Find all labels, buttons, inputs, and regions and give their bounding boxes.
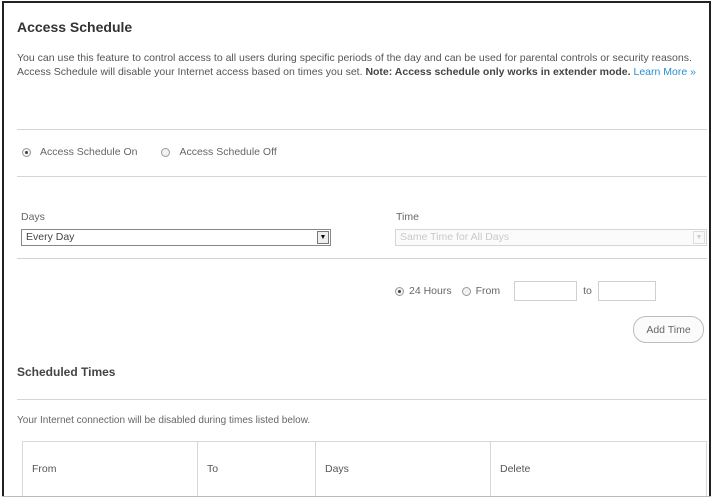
- schedule-mode-group: Access Schedule On Access Schedule Off: [22, 146, 301, 158]
- column-header-to: To: [198, 442, 316, 496]
- time-24h-radio[interactable]: [395, 286, 404, 296]
- time-select-value: Same Time for All Days: [400, 231, 510, 243]
- column-header-days: Days: [316, 442, 491, 496]
- intro-note: Note: Access schedule only works in exte…: [365, 66, 631, 78]
- time-from-radio[interactable]: [461, 286, 471, 296]
- divider: [17, 176, 707, 177]
- days-select-value: Every Day: [26, 231, 75, 243]
- chevron-down-icon[interactable]: ▼: [693, 231, 705, 244]
- column-header-from: From: [23, 442, 198, 496]
- schedule-off-label: Access Schedule Off: [179, 146, 277, 158]
- to-label: to: [583, 285, 592, 297]
- schedule-on-radio[interactable]: [22, 147, 31, 157]
- time-label: Time: [396, 211, 419, 223]
- divider: [17, 258, 707, 259]
- schedule-on-label: Access Schedule On: [40, 146, 138, 158]
- add-time-button[interactable]: Add Time: [633, 316, 704, 343]
- time-24h-option[interactable]: 24 Hours: [395, 285, 452, 297]
- time-from-label: From: [475, 285, 501, 297]
- scheduled-times-title: Scheduled Times: [17, 365, 116, 379]
- time-range-row: 24 Hours From to: [395, 281, 656, 301]
- intro-description: You can use this feature to control acce…: [17, 51, 697, 79]
- days-select[interactable]: Every Day ▼: [21, 229, 331, 246]
- time-select[interactable]: Same Time for All Days ▼: [395, 229, 707, 246]
- chevron-down-icon[interactable]: ▼: [317, 231, 329, 244]
- to-time-input[interactable]: [597, 281, 656, 301]
- time-from-option[interactable]: From: [461, 285, 501, 297]
- panel-bottom-edge: [2, 496, 711, 503]
- column-header-delete: Delete: [500, 463, 531, 475]
- page-title: Access Schedule: [17, 19, 133, 35]
- from-time-input[interactable]: [514, 281, 578, 301]
- divider: [17, 129, 707, 130]
- schedule-off-radio[interactable]: [161, 147, 171, 157]
- divider: [17, 399, 707, 400]
- schedule-on-option[interactable]: Access Schedule On: [22, 146, 137, 158]
- learn-more-link[interactable]: Learn More »: [633, 66, 695, 78]
- time-24h-label: 24 Hours: [409, 285, 452, 297]
- scheduled-times-note: Your Internet connection will be disable…: [17, 415, 311, 426]
- schedule-off-option[interactable]: Access Schedule Off: [161, 146, 277, 158]
- scheduled-times-table: From To Days Delete: [22, 441, 707, 496]
- days-label: Days: [21, 211, 45, 223]
